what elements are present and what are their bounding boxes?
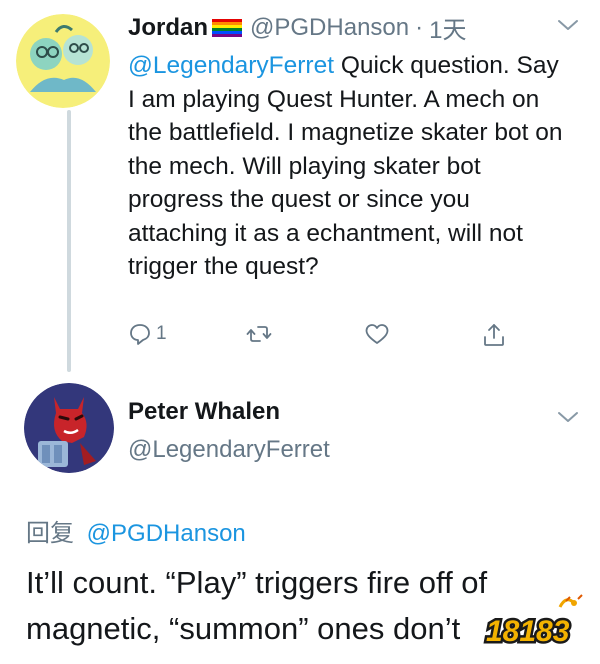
reply-count: 1 xyxy=(156,323,167,344)
svg-text:18183: 18183 xyxy=(486,615,570,648)
thread-line xyxy=(67,110,71,372)
tweet-text: @LegendaryFerret Quick question. Say I a… xyxy=(128,49,568,284)
replying-to: 回复 @PGDHanson xyxy=(26,513,246,548)
timestamp[interactable]: 1天 xyxy=(429,10,466,45)
site-watermark-logo: 18183 18183 xyxy=(480,593,590,657)
like-button[interactable] xyxy=(364,322,390,346)
mention-link[interactable]: @LegendaryFerret xyxy=(128,52,334,79)
tweet-text: It’ll count. “Play” triggers fire off of… xyxy=(26,565,488,646)
chevron-down-icon[interactable] xyxy=(556,18,580,32)
retweet-icon xyxy=(246,326,272,342)
reply-label: 回复 xyxy=(26,520,74,547)
tweet-original[interactable]: Jordan @PGDHanson · 1天 @LegendaryFerret … xyxy=(128,10,568,284)
tweet-actions: 1 xyxy=(128,322,518,356)
author-handle[interactable]: @LegendaryFerret xyxy=(128,436,330,464)
avatar[interactable] xyxy=(16,14,110,108)
share-button[interactable] xyxy=(482,322,506,348)
tweet-reply[interactable]: Peter Whalen @LegendaryFerret xyxy=(128,398,330,464)
chevron-down-icon[interactable] xyxy=(556,410,580,424)
author-handle[interactable]: @PGDHanson xyxy=(250,14,409,42)
avatar[interactable] xyxy=(24,383,114,473)
retweet-button[interactable] xyxy=(246,322,272,346)
share-icon xyxy=(484,324,504,346)
author-name[interactable]: Peter Whalen xyxy=(128,398,330,426)
like-icon xyxy=(365,324,389,344)
watermark-logo-icon: 18183 18183 xyxy=(484,594,583,651)
rainbow-flag-icon xyxy=(212,18,243,37)
tweet-body: Quick question. Say I am playing Quest H… xyxy=(128,52,563,280)
separator-dot: · xyxy=(415,13,424,41)
reply-button[interactable]: 1 xyxy=(128,322,167,346)
author-name[interactable]: Jordan xyxy=(128,14,208,42)
mention-link[interactable]: @PGDHanson xyxy=(87,520,246,547)
reply-icon xyxy=(130,324,150,345)
